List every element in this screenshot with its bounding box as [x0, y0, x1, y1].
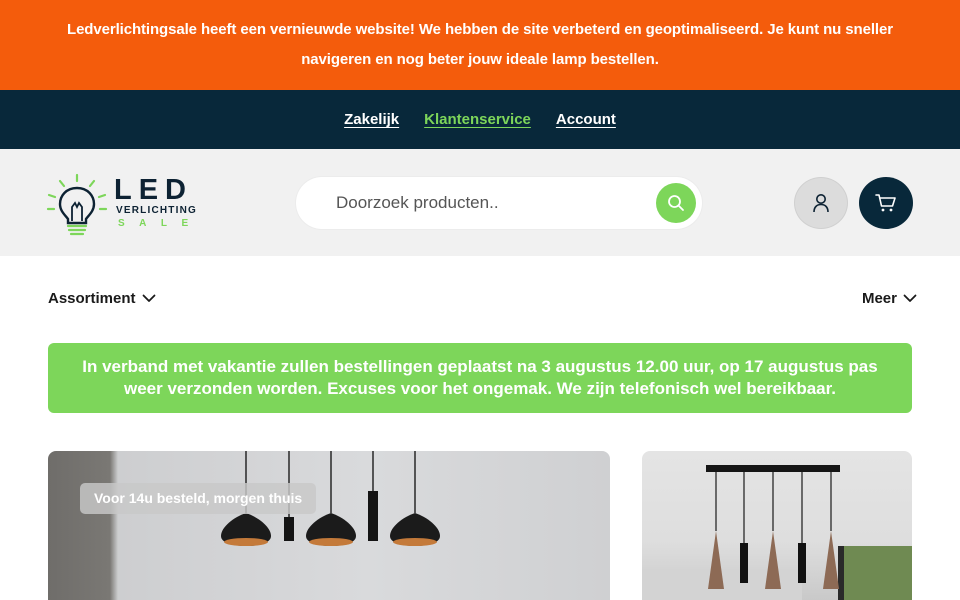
nav-link-zakelijk[interactable]: Zakelijk [344, 111, 399, 128]
logo-sale: SALE [118, 218, 203, 229]
chevron-down-icon [903, 294, 917, 302]
lightbulb-icon [46, 173, 108, 236]
announcement-bar: Ledverlichtingsale heeft een vernieuwde … [0, 0, 960, 90]
pendant-lamps-image [221, 451, 440, 546]
nav-link-account[interactable]: Account [556, 111, 616, 128]
cone-pendants-image [642, 465, 912, 600]
logo-sub: VERLICHTING [116, 205, 197, 216]
announcement-text: Ledverlichtingsale heeft een vernieuwde … [67, 21, 893, 68]
site-header: LED VERLICHTING SALE [0, 149, 960, 256]
logo-letters: LED [114, 174, 193, 206]
menu-meer-label: Meer [861, 290, 897, 307]
hero-banner[interactable]: Voor 14u besteld, morgen thuis [48, 451, 610, 600]
chevron-down-icon [142, 294, 155, 302]
menu-assortiment[interactable]: Assortiment [48, 290, 156, 307]
search-button[interactable] [656, 183, 696, 223]
delivery-badge: Voor 14u besteld, morgen thuis [80, 483, 317, 514]
notice-banner: In verband met vakantie zullen bestellin… [48, 343, 912, 413]
search-bar [296, 177, 702, 229]
menu-meer[interactable]: Meer [862, 290, 917, 307]
account-button[interactable] [794, 177, 848, 229]
menu-assortiment-label: Assortiment [48, 290, 136, 307]
search-input[interactable] [336, 191, 636, 215]
notice-text: In verband met vakantie zullen bestellin… [82, 357, 878, 398]
cart-button[interactable] [859, 177, 913, 229]
product-banner[interactable] [642, 451, 912, 600]
user-icon [813, 194, 829, 213]
cart-icon [875, 194, 896, 212]
delivery-badge-text: Voor 14u besteld, morgen thuis [94, 490, 303, 506]
site-logo[interactable]: LED VERLICHTING SALE [46, 171, 211, 237]
top-nav: Zakelijk Klantenservice Account [0, 90, 960, 149]
nav-link-klantenservice[interactable]: Klantenservice [424, 111, 531, 128]
category-menu: Assortiment Meer [0, 256, 960, 344]
search-icon [668, 195, 684, 211]
